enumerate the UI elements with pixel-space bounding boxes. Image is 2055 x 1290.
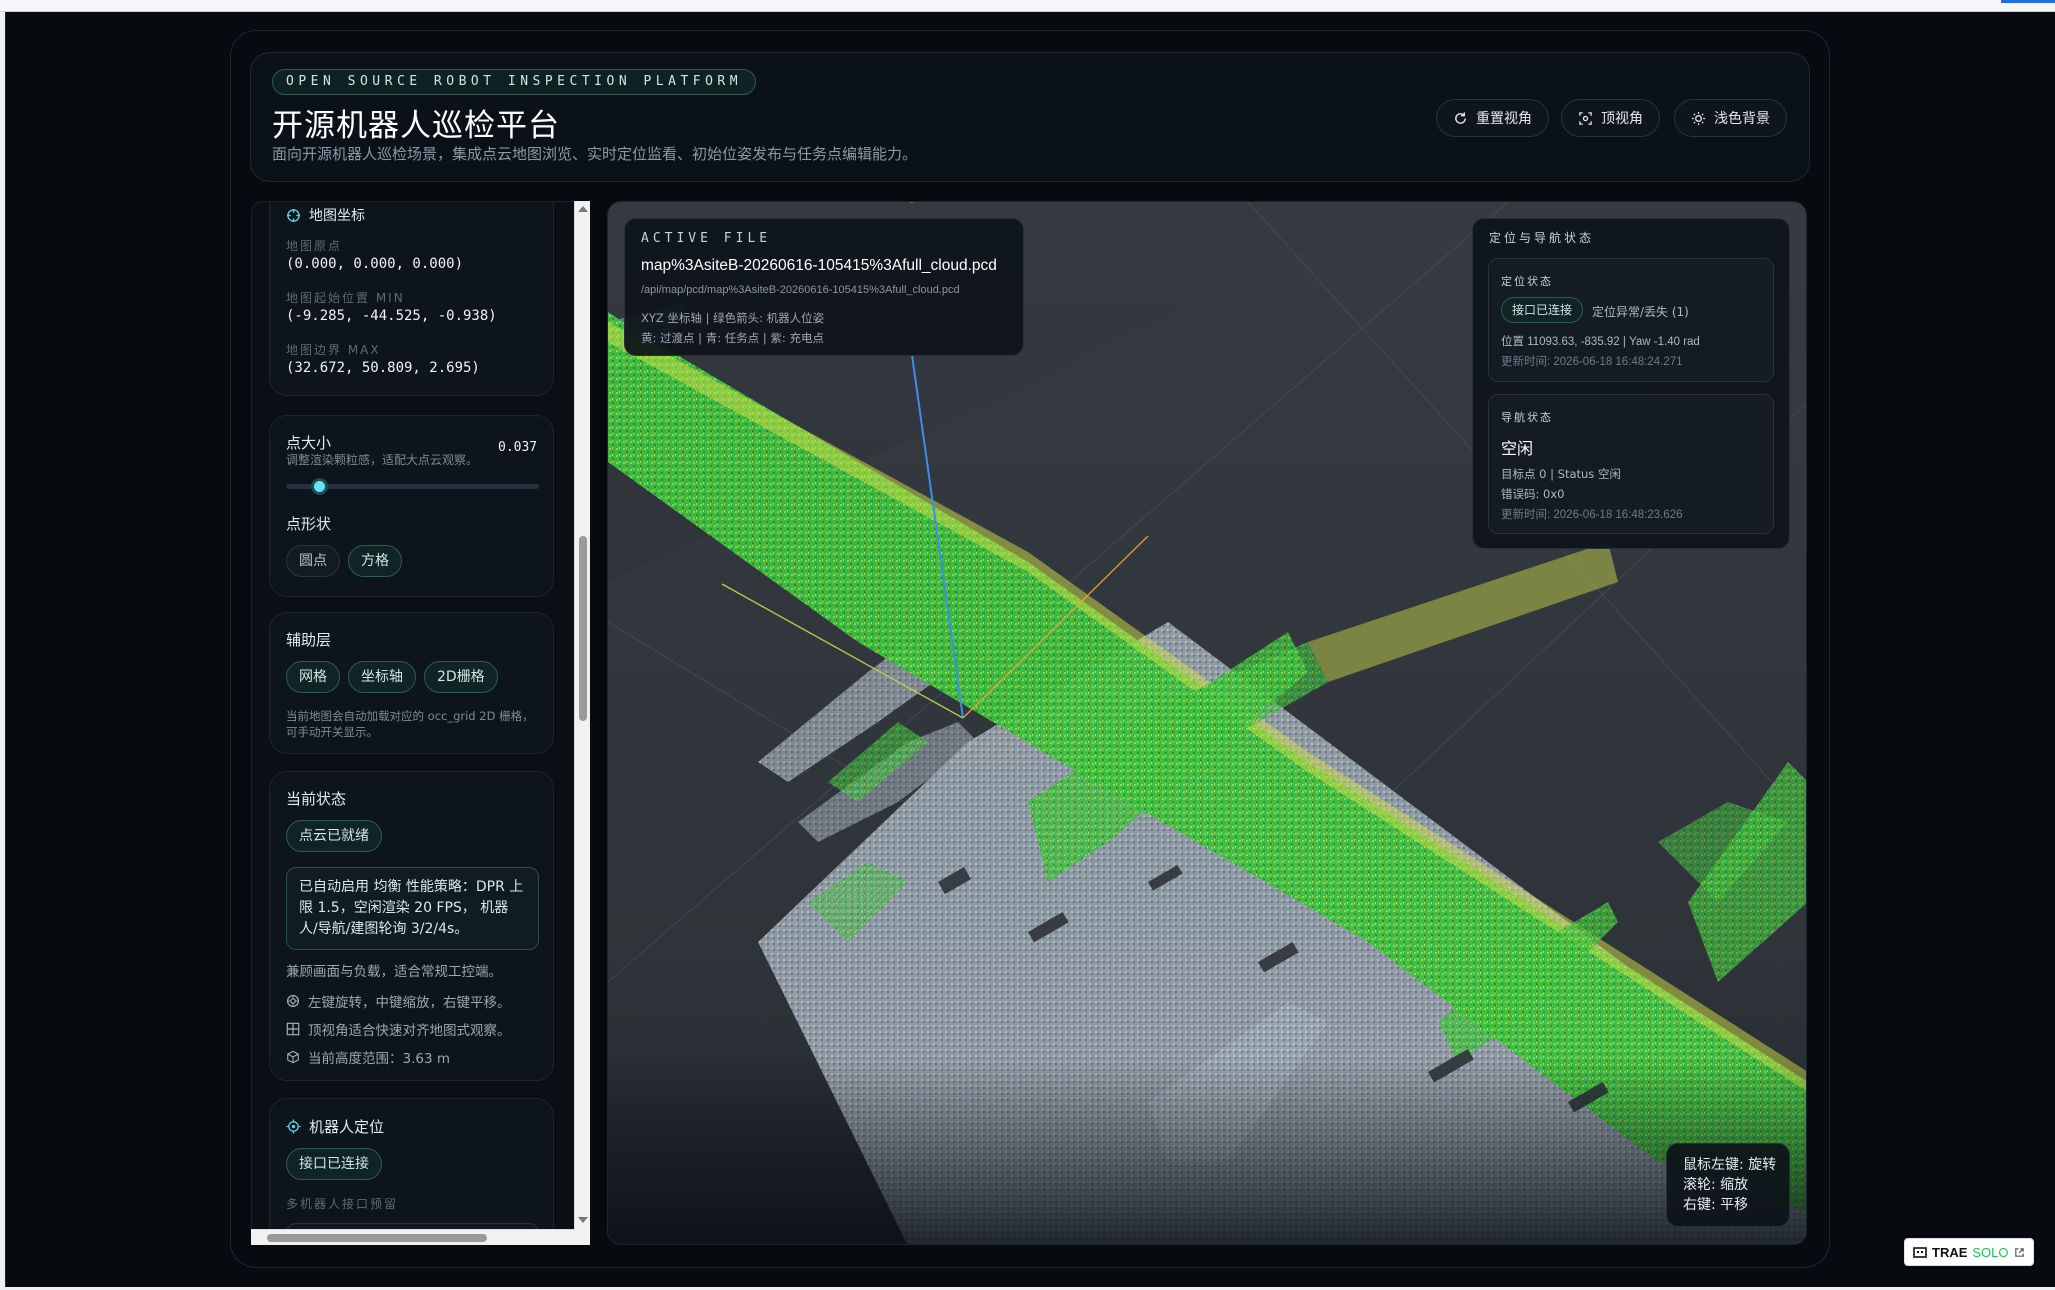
active-file-panel: ACTIVE FILE map%3AsiteB-20260616-105415%… <box>624 218 1024 356</box>
max-value: (32.672, 50.809, 2.695) <box>286 360 480 376</box>
aux-layer-note: 当前地图会自动加载对应的 occ_grid 2D 栅格，可手动开关显示。 <box>286 709 534 739</box>
nav-update-time: 更新时间: 2026-06-18 16:48:23.626 <box>1501 509 1683 521</box>
origin-label: 地图原点 <box>286 239 343 253</box>
point-settings-card: 点大小 调整渲染颗粒感，适配大点云观察。 0.037 点形状 圆点 方格 <box>269 415 554 597</box>
origin-value: (0.000, 0.000, 0.000) <box>286 256 464 272</box>
min-label: 地图起始位置 MIN <box>286 291 405 305</box>
max-label: 地图边界 MAX <box>286 343 381 357</box>
page-subtitle: 面向开源机器人巡检场景，集成点云地图浏览、实时定位监看、初始位姿发布与任务点编辑… <box>272 145 918 163</box>
control-sidebar[interactable]: 地图坐标 地图原点 (0.000, 0.000, 0.000) 地图起始位置 M… <box>251 201 590 1245</box>
robot-connected-chip: 接口已连接 <box>286 1148 382 1180</box>
nav-target: 目标点 0 | Status 空闲 <box>1501 467 1621 481</box>
loc-position: 位置 11093.63, -835.92 | Yaw -1.40 rad <box>1501 336 1700 348</box>
nav-status-title: 定位与导航状态 <box>1489 231 1595 245</box>
active-file-eyebrow: ACTIVE FILE <box>641 231 772 246</box>
external-link-icon <box>2014 1247 2024 1257</box>
mouse-hints-panel: 鼠标左键: 旋转 滚轮: 缩放 右键: 平移 <box>1666 1143 1790 1227</box>
sidebar-horizontal-scrollbar[interactable] <box>251 1229 575 1245</box>
nav-state-value: 空闲 <box>1501 439 1534 458</box>
light-background-label: 浅色背景 <box>1714 111 1770 127</box>
robot-localization-card: 机器人定位 接口已连接 多机器人接口预留 <box>269 1098 554 1244</box>
tip-topview: 顶视角适合快速对齐地图式观察。 <box>308 1023 511 1039</box>
shape-round-chip[interactable]: 圆点 <box>286 545 340 577</box>
trae-logo-icon <box>1913 1246 1927 1258</box>
legend-line-1: XYZ 坐标轴 | 绿色箭头: 机器人位姿 <box>641 311 825 325</box>
map-coords-card: 地图坐标 地图原点 (0.000, 0.000, 0.000) 地图起始位置 M… <box>269 202 554 396</box>
map-coords-title: 地图坐标 <box>309 208 365 224</box>
reset-view-label: 重置视角 <box>1476 111 1532 127</box>
aux-layer-title: 辅助层 <box>286 631 332 649</box>
scroll-down-arrow[interactable] <box>578 1217 588 1223</box>
grid-icon <box>286 1022 300 1036</box>
browser-accent <box>2001 0 2055 3</box>
reset-view-button[interactable]: 重置视角 <box>1436 99 1549 137</box>
active-file-name: map%3AsiteB-20260616-105415%3Afull_cloud… <box>641 257 997 274</box>
navigation-status-card: 导航状态 空闲 目标点 0 | Status 空闲 错误码: 0x0 更新时间:… <box>1488 394 1774 534</box>
sidebar-vertical-scrollbar[interactable] <box>574 201 590 1245</box>
localization-status-card: 定位状态 接口已连接 定位异常/丢失 (1) 位置 11093.63, -835… <box>1488 258 1774 382</box>
scroll-up-arrow[interactable] <box>578 206 588 212</box>
page-title: 开源机器人巡检平台 <box>272 108 560 144</box>
shape-square-chip[interactable]: 方格 <box>348 545 402 577</box>
loc-connected-chip: 接口已连接 <box>1501 297 1584 323</box>
rotate-icon <box>287 995 299 1007</box>
nav-state-title: 导航状态 <box>1501 411 1553 424</box>
pointcloud-ready-chip: 点云已就绪 <box>286 820 382 852</box>
sun-icon <box>1691 111 1706 125</box>
hint-wheel: 滚轮: 缩放 <box>1683 1177 1749 1193</box>
top-view-button[interactable]: 顶视角 <box>1561 99 1660 137</box>
legend-line-2: 黄: 过渡点 | 青: 任务点 | 紫: 充电点 <box>641 331 824 345</box>
top-view-label: 顶视角 <box>1601 111 1643 127</box>
nav-error-code: 错误码: 0x0 <box>1501 487 1565 501</box>
loc-state: 定位异常/丢失 (1) <box>1592 305 1689 319</box>
platform-eyebrow: OPEN SOURCE ROBOT INSPECTION PLATFORM <box>272 69 757 95</box>
light-background-button[interactable]: 浅色背景 <box>1674 99 1787 137</box>
aux-layer-card: 辅助层 网格 坐标轴 2D栅格 当前地图会自动加载对应的 occ_grid 2D… <box>269 612 554 754</box>
loc-status-title: 定位状态 <box>1501 275 1553 288</box>
loc-update-time: 更新时间: 2026-06-18 16:48:24.271 <box>1501 356 1683 368</box>
point-size-value: 0.037 <box>498 440 538 455</box>
brand-solo: SOLO <box>1972 1244 2009 1260</box>
locate-icon <box>286 1119 301 1134</box>
scroll-thumb[interactable] <box>579 536 587 721</box>
multi-robot-note: 多机器人接口预留 <box>286 1197 399 1211</box>
min-value: (-9.285, -44.525, -0.938) <box>286 308 497 324</box>
status-title: 当前状态 <box>286 790 347 808</box>
focus-icon <box>1579 111 1592 125</box>
hint-right-click: 右键: 平移 <box>1683 1197 1749 1213</box>
browser-top-strip <box>0 0 2055 12</box>
point-shape-label: 点形状 <box>286 515 332 533</box>
status-line: 兼顾画面与负载，适合常规工控端。 <box>286 964 502 980</box>
current-status-card: 当前状态 点云已就绪 已自动启用 均衡 性能策略：DPR 上限 1.5，空闲渲染… <box>269 771 554 1081</box>
performance-note-box: 已自动启用 均衡 性能策略：DPR 上限 1.5，空闲渲染 20 FPS， 机器… <box>286 867 539 950</box>
trae-solo-badge[interactable]: TRAE SOLO <box>1904 1238 2034 1266</box>
active-file-path: /api/map/pcd/map%3AsiteB-20260616-105415… <box>641 284 960 296</box>
refresh-icon <box>1455 111 1466 124</box>
brand-name: TRAE <box>1932 1244 1968 1260</box>
hint-left-click: 鼠标左键: 旋转 <box>1683 1157 1777 1173</box>
point-size-hint: 调整渲染颗粒感，适配大点云观察。 <box>286 453 479 467</box>
robot-title: 机器人定位 <box>309 1118 385 1136</box>
point-size-slider[interactable] <box>286 478 539 495</box>
tip-mouse: 左键旋转，中键缩放，右键平移。 <box>308 995 511 1011</box>
point-size-slider-thumb[interactable] <box>310 478 328 495</box>
axes-toggle-chip[interactable]: 坐标轴 <box>348 661 416 693</box>
cube-icon <box>287 1050 299 1064</box>
crosshair-icon <box>286 208 301 222</box>
tip-height-range: 当前高度范围：3.63 m <box>308 1051 451 1067</box>
hscroll-thumb[interactable] <box>267 1234 487 1242</box>
grid2d-toggle-chip[interactable]: 2D栅格 <box>424 661 498 693</box>
grid-toggle-chip[interactable]: 网格 <box>286 661 340 693</box>
point-size-label: 点大小 <box>286 434 332 452</box>
